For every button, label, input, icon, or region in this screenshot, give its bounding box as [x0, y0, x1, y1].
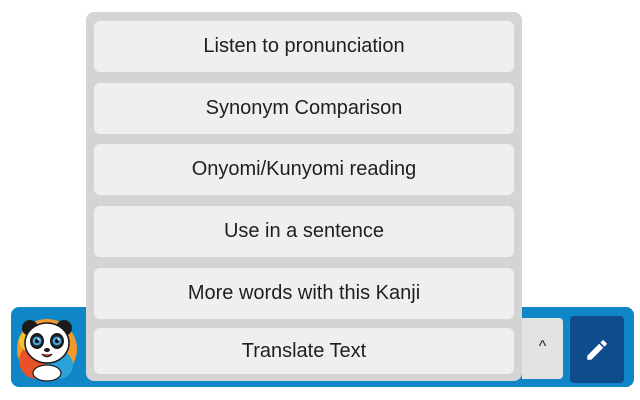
pencil-icon: [587, 339, 607, 360]
menu-item-listen-pronunciation[interactable]: Listen to pronunciation: [94, 21, 514, 72]
menu-toggle-button[interactable]: ^: [522, 318, 563, 379]
chevron-up-icon: ^: [538, 337, 547, 355]
menu-item-label: Translate Text: [241, 339, 367, 362]
menu-item-label: Listen to pronunciation: [203, 35, 405, 57]
menu-item-label: Use in a sentence: [223, 220, 385, 242]
app-stage: ^ Listen to pronunciation Synonym Compar…: [0, 0, 640, 400]
menu-item-more-words-kanji[interactable]: More words with this Kanji: [94, 268, 514, 319]
menu-item-label: Onyomi/Kunyomi reading: [191, 158, 417, 180]
panda-avatar-icon[interactable]: [15, 311, 79, 383]
menu-item-onyomi-kunyomi[interactable]: Onyomi/Kunyomi reading: [94, 144, 514, 195]
edit-button[interactable]: [570, 316, 624, 383]
menu-item-use-in-sentence[interactable]: Use in a sentence: [94, 206, 514, 257]
menu-item-synonym-comparison[interactable]: Synonym Comparison: [94, 83, 514, 134]
menu-item-label: Synonym Comparison: [205, 97, 403, 119]
menu-item-label: More words with this Kanji: [187, 282, 421, 304]
menu-item-translate-text[interactable]: Translate Text: [94, 328, 514, 374]
